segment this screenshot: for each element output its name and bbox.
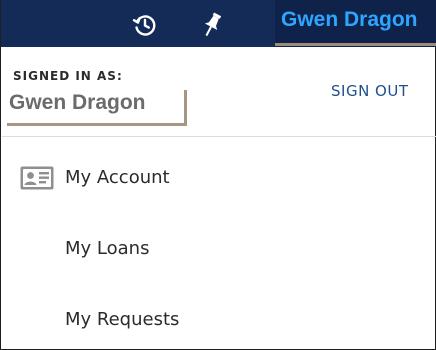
pin-button[interactable]: [197, 9, 227, 41]
history-icon: [132, 15, 156, 36]
topbar-user-underline: [275, 43, 436, 46]
sign-out-link[interactable]: SIGN OUT: [331, 82, 409, 100]
menu-item-my-account[interactable]: My Account: [2, 148, 436, 210]
pushpin-icon: [204, 12, 222, 37]
signed-in-user-name: Gwen Dragon: [7, 90, 187, 126]
menu-item-label: My Requests: [65, 309, 180, 330]
top-toolbar: Gwen Dragon: [1, 0, 436, 47]
menu-item-label: My Account: [65, 167, 170, 188]
account-dropdown-panel: Gwen Dragon SIGNED IN AS: Gwen Dragon SI…: [0, 0, 436, 350]
divider: [2, 136, 436, 137]
menu-item-my-loans[interactable]: My Loans: [2, 219, 436, 281]
history-button[interactable]: [129, 9, 161, 41]
menu-item-label: My Loans: [65, 238, 150, 259]
menu-item-my-requests[interactable]: My Requests: [2, 290, 436, 350]
id-card-icon: [20, 166, 54, 190]
topbar-user-name[interactable]: Gwen Dragon: [275, 0, 436, 47]
signed-in-label: SIGNED IN AS:: [13, 69, 123, 83]
